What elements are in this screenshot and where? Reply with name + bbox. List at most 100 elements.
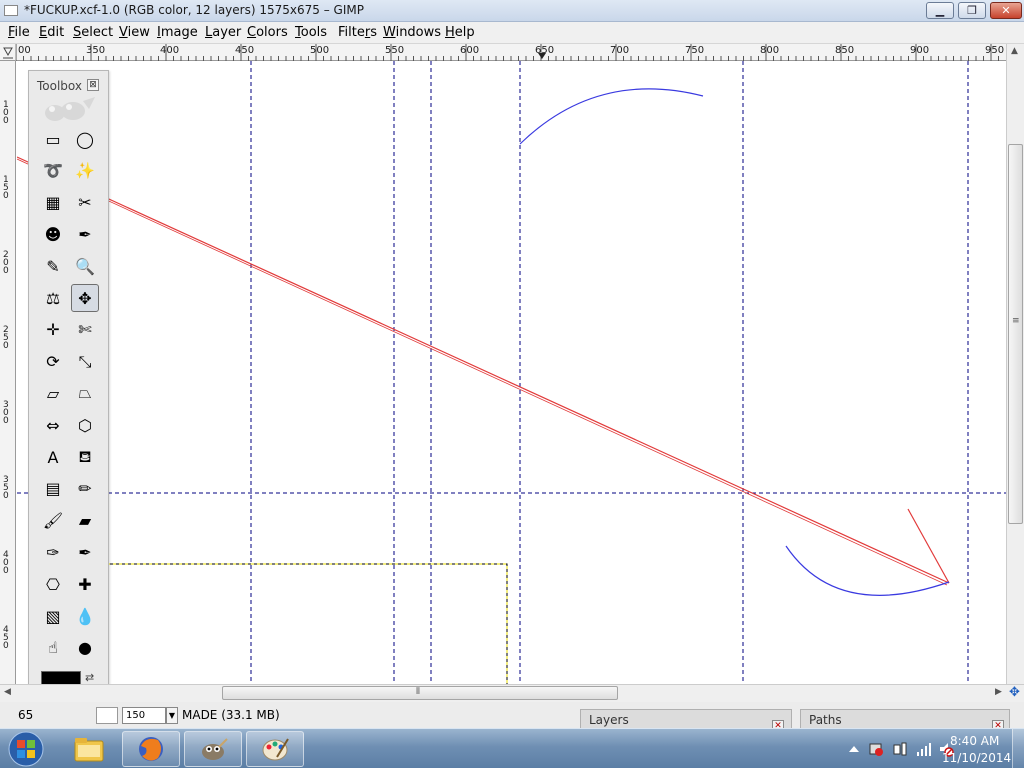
scroll-grip-icon: ⦀ [416,687,420,697]
taskbar-explorer-button[interactable] [60,731,118,767]
crop-tool[interactable]: ✄ [71,316,99,344]
ruler-label: 250 [3,325,9,351]
swap-colors-icon[interactable]: ⇄ [85,671,94,684]
color-picker-tool[interactable]: ✎ [39,252,67,280]
menu-help[interactable]: Help [445,25,475,40]
menu-windows[interactable]: Windows [383,25,441,40]
taskbar-paint-button[interactable] [246,731,304,767]
align-icon: ✛ [46,320,60,340]
foreground-select-icon: ☻ [44,224,62,244]
menu-colors[interactable]: Colors [247,25,288,40]
taskbar-firefox-button[interactable] [122,731,180,767]
ruler-label: 650 [535,45,555,56]
scroll-up-icon[interactable]: ▲ [1011,46,1018,56]
measure-tool[interactable]: ⚖ [39,284,67,312]
clock-date[interactable]: 11/10/2014 [942,751,1011,765]
rotate-tool[interactable]: ⟳ [39,348,67,376]
menu-tools[interactable]: Tools [295,25,327,40]
zoom-dropdown-icon[interactable]: ▼ [166,707,178,724]
ellipse-select-icon: ◯ [76,129,94,149]
perspective-clone-tool[interactable]: ▧ [39,602,67,630]
firefox-icon [139,737,163,761]
select-by-color-tool[interactable]: ▦ [39,189,67,217]
taskbar-gimp-button[interactable] [184,731,242,767]
ruler-label: 600 [460,45,480,56]
zoom-tool[interactable]: 🔍 [71,252,99,280]
red-arrow-line [17,156,950,584]
show-desktop-button[interactable] [1012,729,1024,768]
vertical-scrollbar[interactable]: ▲ ≡ [1006,44,1024,684]
rect-select-tool[interactable]: ▭ [39,125,67,153]
toolbox-title: Toolbox [37,79,82,93]
ruler-corner-quickmask[interactable] [0,44,16,61]
shear-tool[interactable]: ▱ [39,379,67,407]
free-select-icon: ➰ [43,161,63,181]
foreground-select-tool[interactable]: ☻ [39,220,67,248]
paintbrush-tool[interactable]: 🖌 [39,507,67,535]
menu-filters[interactable]: Filters [338,25,377,40]
close-button[interactable]: ✕ [990,2,1022,19]
windows-start-icon[interactable] [4,730,48,768]
navigate-icon[interactable]: ✥ [1009,685,1020,700]
ink-tool[interactable]: ✒ [71,538,99,566]
action-center-icon[interactable] [868,741,884,757]
text-tool[interactable]: A [39,443,67,471]
scale-tool[interactable]: ⤡ [71,348,99,376]
airbrush-tool[interactable]: ✑ [39,538,67,566]
title-bar: *FUCKUP.xcf-1.0 (RGB color, 12 layers) 1… [0,0,1024,22]
free-select-tool[interactable]: ➰ [39,157,67,185]
unit-selector[interactable] [96,707,118,724]
move-tool[interactable]: ✥ [71,284,99,312]
horizontal-ruler[interactable]: 00 350 400 450 500 550 600 650 700 750 8… [16,44,1006,61]
maximize-button[interactable]: ❐ [958,2,986,19]
zoom-field[interactable]: 150 [122,707,166,724]
cage-transform-tool[interactable]: ⬡ [71,411,99,439]
layers-dock-tab[interactable]: Layers [580,709,792,729]
fuzzy-select-tool[interactable]: ✨ [71,157,99,185]
bucket-fill-tool[interactable]: ⛾ [71,443,99,471]
ruler-label: 300 [3,400,9,426]
menu-layer[interactable]: Layer [205,25,241,40]
menu-view[interactable]: View [119,25,150,40]
image-canvas[interactable] [17,61,1006,684]
paths-dock-tab[interactable]: Paths [800,709,1010,729]
pencil-tool[interactable]: ✏ [71,475,99,503]
flip-tool[interactable]: ⇔ [39,411,67,439]
scroll-left-icon[interactable]: ◀ [4,687,11,697]
paintbrush-icon: 🖌 [42,511,64,531]
horizontal-scrollbar[interactable]: ◀ ⦀ ▶ ✥ [0,684,1024,702]
blend-tool[interactable]: ▤ [39,475,67,503]
text-icon: A [47,447,59,467]
smudge-icon: ☝ [48,638,58,658]
paths-tool[interactable]: ✒ [71,220,99,248]
scroll-right-icon[interactable]: ▶ [995,687,1002,697]
eraser-tool[interactable]: ▰ [71,507,99,535]
scissors-select-tool[interactable]: ✂ [71,189,99,217]
menu-image[interactable]: Image [157,25,198,40]
horizontal-scroll-thumb[interactable] [222,686,618,700]
select-by-color-icon: ▦ [45,193,61,213]
blur-sharpen-tool[interactable]: 💧 [71,602,99,630]
network-signal-icon[interactable] [916,741,932,757]
dodge-burn-tool[interactable]: ● [71,634,99,662]
menu-edit[interactable]: Edit [39,25,64,40]
clock-time[interactable]: 8:40 AM [950,734,999,748]
battery-icon[interactable] [892,741,908,757]
clone-tool[interactable]: ⎔ [39,570,67,598]
smudge-tool[interactable]: ☝ [39,634,67,662]
vertical-ruler[interactable]: 100 150 200 250 300 350 400 450 [0,61,16,684]
vertical-scroll-thumb[interactable] [1008,144,1023,524]
align-tool[interactable]: ✛ [39,316,67,344]
toolbox-close-icon[interactable]: ⊠ [87,79,99,91]
taskbar: 8:40 AM 11/10/2014 [0,728,1024,768]
heal-tool[interactable]: ✚ [71,570,99,598]
perspective-tool[interactable]: ⏢ [71,379,99,407]
perspective-icon: ⏢ [78,383,92,403]
ruler-label: 00 [18,45,31,56]
fuzzy-select-icon: ✨ [75,161,95,181]
show-hidden-icons-icon[interactable] [846,741,862,757]
menu-file[interactable]: File [8,25,30,40]
ellipse-select-tool[interactable]: ◯ [71,125,99,153]
menu-select[interactable]: Select [73,25,113,40]
minimize-button[interactable]: ▁ [926,2,954,19]
